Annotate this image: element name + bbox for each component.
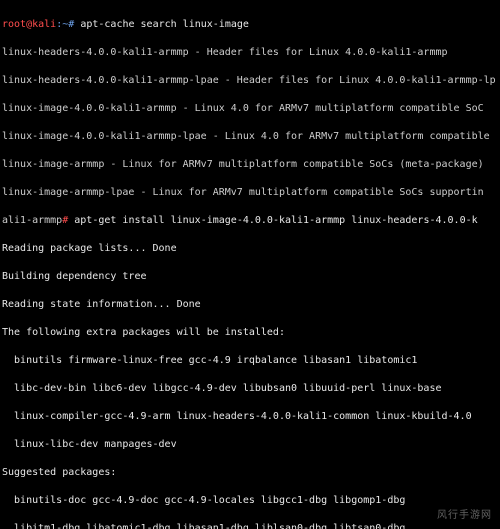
prompt-user: root: [2, 19, 26, 30]
prompt-line-1[interactable]: root@kali:~# apt-cache search linux-imag…: [2, 18, 500, 32]
extra-0: binutils firmware-linux-free gcc-4.9 irq…: [2, 354, 500, 368]
prompt-line-2[interactable]: ali1-armmp# apt-get install linux-image-…: [2, 214, 500, 228]
prompt-end1: #: [68, 19, 80, 30]
prompt-host: kali: [32, 19, 56, 30]
suggested-header: Suggested packages:: [2, 466, 500, 480]
search-result-1: linux-headers-4.0.0-kali1-armmp-lpae - H…: [2, 74, 500, 88]
search-result-3: linux-image-4.0.0-kali1-armmp-lpae - Lin…: [2, 130, 500, 144]
search-result-5: linux-image-armmp-lpae - Linux for ARMv7…: [2, 186, 500, 200]
search-result-4: linux-image-armmp - Linux for ARMv7 mult…: [2, 158, 500, 172]
command-2: apt-get install linux-image-4.0.0-kali1-…: [74, 215, 477, 226]
command-1: apt-cache search linux-image: [80, 19, 249, 30]
suggested-1: libitm1-dbg libatomic1-dbg libasan1-dbg …: [2, 522, 500, 529]
extra-3: linux-libc-dev manpages-dev: [2, 438, 500, 452]
extra-2: linux-compiler-gcc-4.9-arm linux-headers…: [2, 410, 500, 424]
prompt-end2: #: [62, 215, 74, 226]
building-tree: Building dependency tree: [2, 270, 500, 284]
search-result-2: linux-image-4.0.0-kali1-armmp - Linux 4.…: [2, 102, 500, 116]
reading-state: Reading state information... Done: [2, 298, 500, 312]
wrap-prev: ali1-armmp: [2, 215, 62, 226]
search-result-0: linux-headers-4.0.0-kali1-armmp - Header…: [2, 46, 500, 60]
terminal-output[interactable]: root@kali:~# apt-cache search linux-imag…: [0, 0, 500, 529]
extra-1: libc-dev-bin libc6-dev libgcc-4.9-dev li…: [2, 382, 500, 396]
suggested-0: binutils-doc gcc-4.9-doc gcc-4.9-locales…: [2, 494, 500, 508]
reading-lists: Reading package lists... Done: [2, 242, 500, 256]
extra-header: The following extra packages will be ins…: [2, 326, 500, 340]
